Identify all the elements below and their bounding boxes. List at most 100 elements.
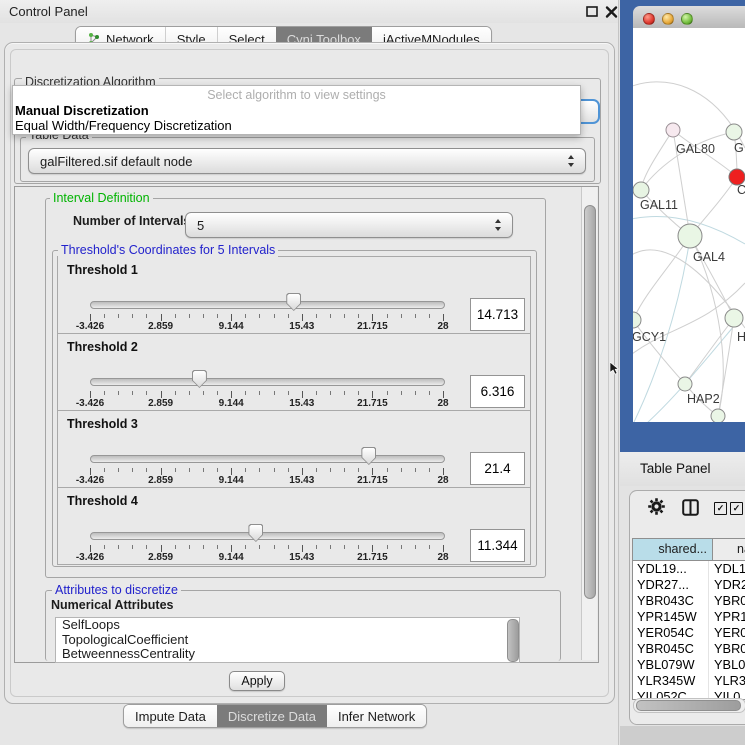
threshold-value-field[interactable]: 11.344	[470, 529, 525, 562]
tick-mark	[429, 391, 430, 395]
gear-icon[interactable]	[647, 497, 666, 521]
network-node[interactable]	[678, 377, 692, 391]
tick-mark	[245, 545, 246, 549]
attributes-group-label: Attributes to discretize	[52, 583, 181, 597]
network-node[interactable]	[711, 409, 725, 422]
table-row[interactable]: YER054CYER0	[633, 625, 745, 641]
tick-mark	[302, 468, 303, 475]
split-columns-icon[interactable]	[682, 499, 699, 521]
tick-label: 9.144	[207, 475, 255, 486]
network-canvas[interactable]: GAL80GCGAL11GAL4GCY1HHAP2	[633, 28, 745, 422]
table-row[interactable]: YBR045CYBR0	[633, 641, 745, 657]
horizontal-scrollbar-thumb[interactable]	[636, 700, 741, 711]
tick-mark	[358, 545, 359, 549]
threshold-value-field[interactable]: 21.4	[470, 452, 525, 485]
column-header-name[interactable]: na	[713, 539, 745, 561]
tick-mark	[217, 314, 218, 318]
network-node[interactable]	[725, 309, 743, 327]
table-row[interactable]: YBR043CYBR0	[633, 593, 745, 609]
checkbox-icon[interactable]: ✓	[714, 502, 727, 515]
mac-close-icon[interactable]	[643, 13, 655, 25]
cell-name: YBL0	[714, 657, 745, 673]
node-attribute-table: shared... na YDL19...YDL1YDR27...YDR2YBR…	[632, 538, 745, 700]
network-node-label: GAL80	[676, 142, 715, 156]
tick-mark	[344, 545, 345, 549]
network-node[interactable]	[666, 123, 680, 137]
close-icon[interactable]	[604, 5, 619, 19]
network-node[interactable]	[633, 182, 649, 198]
mac-minimize-icon[interactable]	[662, 13, 674, 25]
table-row[interactable]: YLR345WYLR3	[633, 673, 745, 689]
tick-mark	[189, 468, 190, 472]
threshold-slider-track[interactable]	[90, 378, 445, 386]
tick-mark	[259, 314, 260, 318]
number-of-intervals-spinner[interactable]: 5	[185, 212, 513, 238]
network-node[interactable]	[726, 124, 742, 140]
tab-impute-data[interactable]: Impute Data	[124, 705, 217, 727]
float-window-icon[interactable]	[585, 5, 600, 19]
tick-label: 15.43	[278, 552, 326, 563]
tick-label: 9.144	[207, 398, 255, 409]
table-row[interactable]: YDR27...YDR2	[633, 577, 745, 593]
network-node-label: GAL11	[640, 198, 678, 212]
tick-mark	[302, 314, 303, 321]
numerical-attributes-list[interactable]: SelfLoopsTopologicalCoefficientBetweenne…	[55, 617, 520, 663]
tick-mark	[175, 391, 176, 395]
tick-mark	[443, 391, 444, 398]
tick-mark	[330, 468, 331, 472]
network-edge	[641, 130, 673, 190]
tick-label: 21.715	[348, 398, 396, 409]
tick-mark	[387, 545, 388, 549]
tab-discretize-data[interactable]: Discretize Data	[217, 705, 327, 727]
threshold-value-field[interactable]: 14.713	[470, 298, 525, 331]
threshold-row: Threshold 3-3.4262.8599.14415.4321.71528…	[57, 410, 531, 488]
tick-label: 28	[419, 475, 467, 486]
tick-mark	[245, 314, 246, 318]
table-row[interactable]: YDL19...YDL1	[633, 561, 745, 577]
table-row[interactable]: YBL079WYBL0	[633, 657, 745, 673]
tick-mark	[330, 545, 331, 549]
attributes-list-scrollbar-thumb[interactable]	[507, 619, 519, 662]
attribute-list-item[interactable]: SelfLoops	[56, 618, 519, 633]
tick-mark	[429, 314, 430, 318]
tick-mark	[90, 314, 91, 321]
network-node[interactable]	[633, 312, 641, 328]
threshold-slider-track[interactable]	[90, 301, 445, 309]
tick-label: -3.426	[66, 552, 114, 563]
cell-name: YER0	[714, 625, 745, 641]
table-row[interactable]: YPR145WYPR1	[633, 609, 745, 625]
numerical-attributes-label: Numerical Attributes	[51, 598, 173, 612]
tick-mark	[217, 468, 218, 472]
attribute-list-item[interactable]: BetweennessCentrality	[56, 647, 519, 662]
tick-mark	[316, 391, 317, 395]
threshold-slider-track[interactable]	[90, 532, 445, 540]
panel-title: Control Panel	[9, 4, 88, 19]
table-data-combo[interactable]: galFiltered.sif default node	[28, 148, 586, 174]
threshold-value-field[interactable]: 6.316	[470, 375, 525, 408]
threshold-rows-container: Threshold 1-3.4262.8599.14415.4321.71528…	[52, 250, 536, 566]
tick-mark	[104, 314, 105, 318]
checkbox-icon[interactable]: ✓	[730, 502, 743, 515]
vertical-scrollbar-thumb[interactable]	[584, 205, 596, 599]
column-header-shared-name[interactable]: shared...	[633, 539, 713, 561]
network-node[interactable]	[678, 224, 702, 248]
network-node-label: HAP2	[687, 392, 720, 406]
tick-mark	[443, 545, 444, 552]
mac-zoom-icon[interactable]	[681, 13, 693, 25]
tick-label: 28	[419, 552, 467, 563]
tick-mark	[316, 545, 317, 549]
algorithm-option-manual[interactable]: Manual Discretization	[13, 103, 580, 118]
tick-mark	[415, 391, 416, 395]
algorithm-option-equal-width[interactable]: Equal Width/Frequency Discretization	[13, 118, 580, 133]
cell-name: YDR2	[714, 577, 745, 593]
tick-mark	[415, 545, 416, 549]
attribute-list-item[interactable]: TopologicalCoefficient	[56, 633, 519, 648]
threshold-slider-track[interactable]	[90, 455, 445, 463]
tick-mark	[90, 468, 91, 475]
apply-button[interactable]: Apply	[229, 671, 285, 691]
network-window-titlebar[interactable]	[633, 6, 745, 29]
tab-infer-network[interactable]: Infer Network	[327, 705, 426, 727]
tick-mark	[429, 468, 430, 472]
network-edge	[685, 318, 734, 384]
tick-mark	[372, 545, 373, 552]
